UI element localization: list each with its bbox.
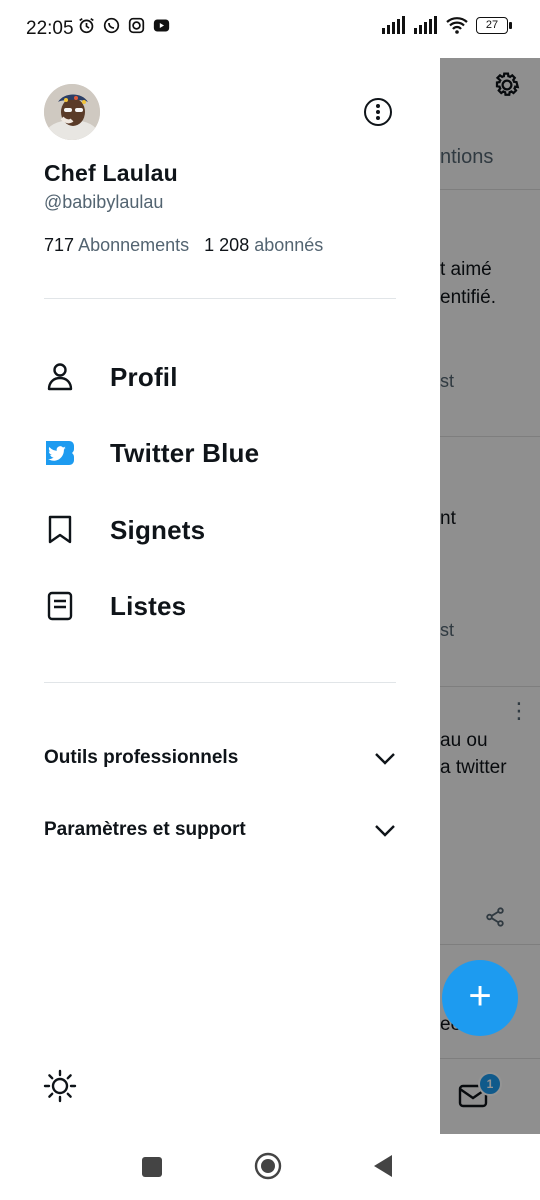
plus-icon: + <box>468 974 492 1018</box>
section-settings-support[interactable]: Paramètres et support <box>44 810 396 850</box>
status-time: 22:05 <box>26 18 74 39</box>
profile-name[interactable]: Chef Laulau <box>44 160 178 187</box>
person-icon <box>44 361 76 393</box>
wifi-icon <box>446 17 468 34</box>
following-label: Abonnements <box>78 235 190 255</box>
navigation-drawer: Chef Laulau @babibylaulau 717 Abonnement… <box>0 46 440 1134</box>
instagram-icon <box>128 17 145 34</box>
section-label: Paramètres et support <box>44 819 246 840</box>
divider <box>44 298 396 299</box>
menu-item-label: Listes <box>110 590 187 621</box>
whatsapp-icon <box>103 17 120 34</box>
list-icon <box>44 590 76 622</box>
more-options-icon[interactable] <box>364 98 392 126</box>
avatar-image <box>44 84 100 140</box>
system-navigation-bar <box>0 1134 540 1200</box>
back-button[interactable] <box>372 1154 394 1178</box>
menu-item-label: Twitter Blue <box>110 437 260 468</box>
chevron-down-icon <box>375 753 395 765</box>
status-bar: 22:05 27 <box>0 0 540 58</box>
menu-item-bookmarks[interactable]: Signets <box>44 502 404 558</box>
section-label: Outils professionnels <box>44 747 239 768</box>
display-theme-icon[interactable] <box>42 1068 78 1104</box>
recents-button[interactable] <box>141 1156 163 1178</box>
status-notification-icons <box>78 17 170 34</box>
menu-item-lists[interactable]: Listes <box>44 578 404 634</box>
battery-icon: 27 <box>476 16 512 34</box>
youtube-icon <box>153 19 170 32</box>
chevron-down-icon <box>375 825 395 837</box>
section-professional-tools[interactable]: Outils professionnels <box>44 738 396 778</box>
signal-icon <box>414 16 437 34</box>
follow-stats: 717 Abonnements 1 208 abonnés <box>44 235 323 256</box>
followers-link[interactable]: 1 208 abonnés <box>204 235 323 255</box>
compose-tweet-button[interactable]: + <box>442 960 518 1036</box>
avatar[interactable] <box>44 84 100 140</box>
following-count: 717 <box>44 235 75 255</box>
twitter-blue-icon <box>44 437 76 469</box>
menu-item-twitter-blue[interactable]: Twitter Blue <box>44 425 404 481</box>
profile-handle: @babibylaulau <box>44 192 164 212</box>
followers-label: abonnés <box>254 235 324 255</box>
divider <box>44 682 396 683</box>
menu-item-label: Profil <box>110 361 178 392</box>
status-system-icons: 27 <box>382 16 512 34</box>
alarm-icon <box>79 17 94 34</box>
home-button[interactable] <box>254 1152 282 1180</box>
menu-item-profile[interactable]: Profil <box>44 349 404 405</box>
following-link[interactable]: 717 Abonnements <box>44 235 189 255</box>
signal-icon <box>382 16 405 34</box>
menu-item-label: Signets <box>110 514 206 545</box>
followers-count: 1 208 <box>204 235 250 255</box>
bookmark-icon <box>44 514 76 546</box>
